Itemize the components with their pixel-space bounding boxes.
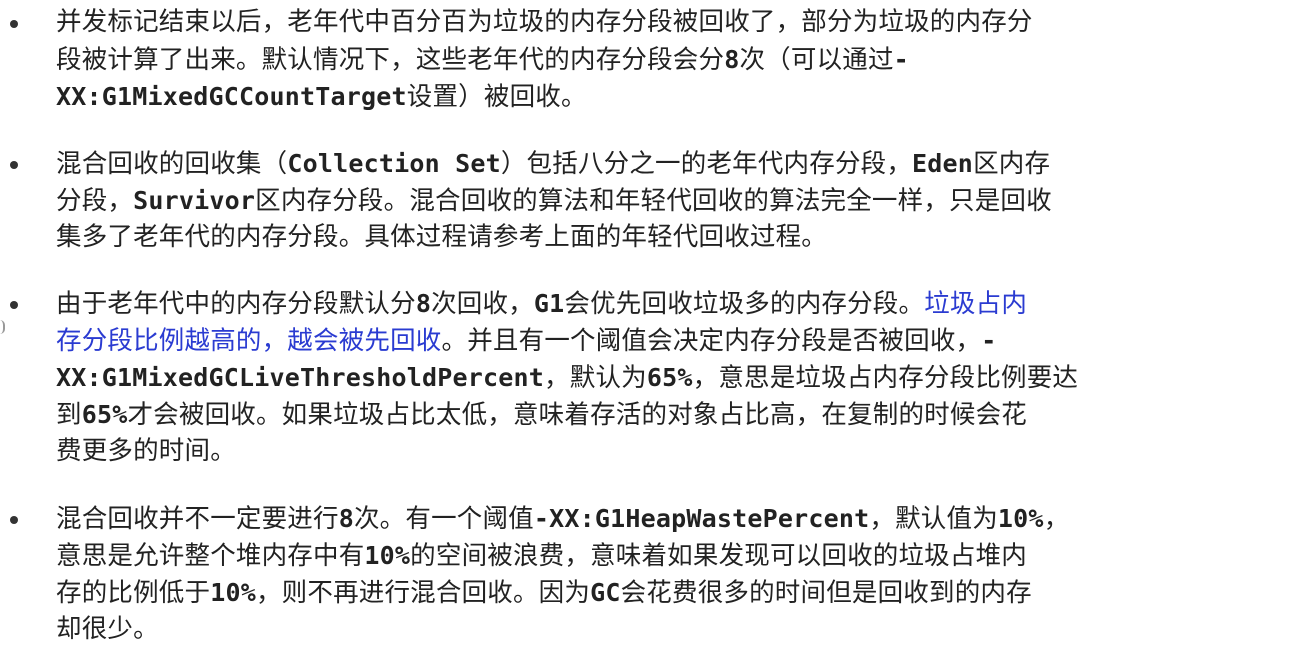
text-segment: 设置）被回收。 (406, 82, 587, 112)
text-line: 分段，Survivor区内存分段。混合回收的算法和年轻代回收的算法完全一样，只是… (56, 182, 1292, 219)
text-line: 集多了老年代的内存分段。具体过程请参考上面的年轻代回收过程。 (56, 219, 1292, 256)
code-token: Survivor (133, 186, 256, 215)
code-token: XX:G1MixedGCLiveThresholdPercent (56, 363, 545, 392)
text-segment: 会花费很多的时间但是回收到的内存 (620, 578, 1032, 608)
code-token: 10% (210, 578, 256, 607)
text-line: 存的比例低于10%，则不再进行混合回收。因为GC会花费很多的时间但是回收到的内存 (56, 574, 1292, 611)
text-line: 混合回收的回收集（Collection Set）包括八分之一的老年代内存分段，E… (56, 145, 1292, 182)
text-segment: 会优先回收垃圾多的内存分段。 (564, 289, 925, 319)
bullet-dot-icon (10, 20, 18, 28)
left-edge-tab (0, 320, 5, 334)
text-segment: 的空间被浪费，意味着如果发现可以回收的垃圾占堆内 (410, 541, 1027, 571)
text-line: 存分段比例越高的，越会被先回收。并且有一个阈值会决定内存分段是否被回收，- (56, 322, 1292, 359)
bullet-text: 并发标记结束以后，老年代中百分百为垃圾的内存分段被回收了，部分为垃圾的内存分 段被… (56, 4, 1292, 115)
code-token: - (893, 45, 909, 74)
bullet-text: 混合回收并不一定要进行8次。有一个阈值-XX:G1HeapWastePercen… (56, 500, 1292, 648)
text-segment: 次回收， (431, 289, 534, 319)
text-segment: ，意思是垃圾占内存分段比例要达 (692, 363, 1079, 393)
text-line: 段被计算了出来。默认情况下，这些老年代的内存分段会分8次（可以通过- (56, 41, 1292, 78)
text-segment: 次。有一个阈值 (353, 504, 534, 534)
code-token: XX:G1MixedGCCountTarget (56, 82, 407, 111)
text-segment: 混合回收并不一定要进行 (56, 504, 339, 534)
code-token: 10% (997, 504, 1044, 533)
text-line: 由于老年代中的内存分段默认分8次回收，G1会优先回收垃圾多的内存分段。垃圾占内 (56, 285, 1292, 322)
text-segment: 存的比例低于 (56, 578, 211, 608)
text-segment: 费更多的时间。 (56, 436, 236, 466)
code-token: 65% (81, 400, 128, 429)
text-segment: 到 (56, 400, 82, 430)
highlighted-text: 存分段比例越高的，越会被先回收 (56, 326, 442, 356)
text-segment: 段被计算了出来。默认情况下，这些老年代的内存分段会分 (56, 45, 725, 75)
code-token: G1 (533, 289, 565, 318)
code-token: -XX:G1HeapWastePercent (533, 504, 870, 533)
text-segment: 区内存 (973, 149, 1051, 179)
slide: 并发标记结束以后，老年代中百分百为垃圾的内存分段被回收了，部分为垃圾的内存分 段被… (0, 0, 1296, 648)
text-line: XX:G1MixedGCLiveThresholdPercent，默认为65%，… (56, 359, 1292, 396)
text-segment: 并发标记结束以后，老年代中百分百为垃圾的内存分段被回收了，部分为垃圾的内存分 (56, 7, 1033, 37)
text-segment: 却很少。 (56, 614, 159, 644)
code-token: 8 (338, 504, 354, 533)
text-line: 到65%才会被回收。如果垃圾占比太低，意味着存活的对象占比高，在复制的时候会花 (56, 396, 1292, 433)
text-line: XX:G1MixedGCCountTarget设置）被回收。 (56, 78, 1292, 115)
text-segment: ）包括八分之一的老年代内存分段， (500, 149, 913, 179)
text-segment: ， (1043, 504, 1070, 534)
bullet-dot-icon (10, 516, 18, 524)
code-token: 8 (724, 45, 740, 74)
text-line: 意思是允许整个堆内存中有10%的空间被浪费，意味着如果发现可以回收的垃圾占堆内 (56, 537, 1292, 574)
code-token: 8 (415, 289, 432, 318)
text-segment: 集多了老年代的内存分段。具体过程请参考上面的年轻代回收过程。 (56, 222, 828, 252)
text-segment: ，默认为 (544, 363, 647, 393)
text-segment: 由于老年代中的内存分段默认分 (56, 289, 416, 319)
text-segment: 意思是允许整个堆内存中有 (56, 541, 365, 571)
code-token: 65% (646, 363, 693, 392)
bullet-dot-icon (10, 301, 18, 309)
text-line: 却很少。 (56, 611, 1292, 648)
text-line: 并发标记结束以后，老年代中百分百为垃圾的内存分段被回收了，部分为垃圾的内存分 (56, 4, 1292, 41)
text-line: 费更多的时间。 (56, 433, 1292, 470)
code-token: Eden (912, 149, 974, 178)
text-segment: 才会被回收。如果垃圾占比太低，意味着存活的对象占比高，在复制的时候会花 (127, 400, 1027, 430)
highlighted-text: 垃圾占内 (924, 289, 1028, 319)
text-segment: 区内存分段。混合回收的算法和年轻代回收的算法完全一样，只是回收 (255, 186, 1052, 216)
text-segment: 分段， (56, 186, 134, 216)
bullet-dot-icon (10, 161, 18, 169)
text-segment: 次（可以通过 (739, 45, 894, 75)
bullet-text: 混合回收的回收集（Collection Set）包括八分之一的老年代内存分段，E… (56, 145, 1292, 256)
text-segment: ，默认值为 (869, 504, 998, 534)
bullet-text: 由于老年代中的内存分段默认分8次回收，G1会优先回收垃圾多的内存分段。垃圾占内存… (56, 285, 1292, 470)
text-segment: 混合回收的回收集（ (56, 149, 288, 179)
code-token: - (981, 326, 997, 355)
text-segment: ，则不再进行混合回收。因为 (255, 578, 591, 608)
text-line: 混合回收并不一定要进行8次。有一个阈值-XX:G1HeapWastePercen… (56, 500, 1292, 537)
code-token: 10% (364, 541, 411, 570)
text-segment: 。并且有一个阈值会决定内存分段是否被回收， (441, 326, 982, 356)
code-token: Collection Set (287, 149, 501, 178)
code-token: GC (590, 578, 621, 607)
